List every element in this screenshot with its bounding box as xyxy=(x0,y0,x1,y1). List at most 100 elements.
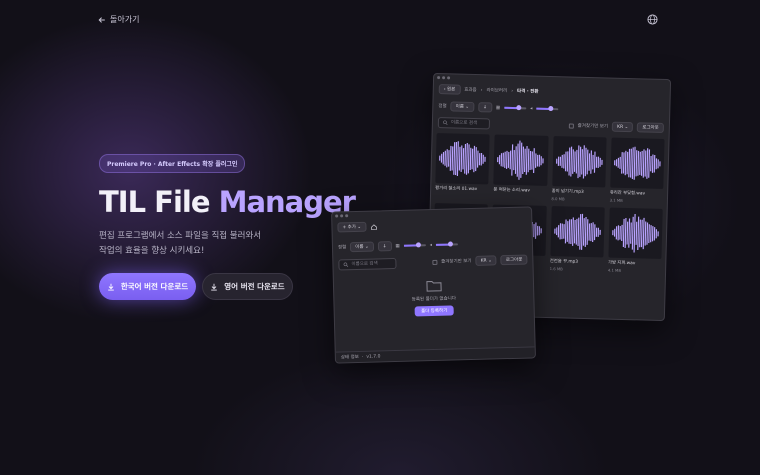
waveform-bar xyxy=(476,150,479,168)
waveform-bar xyxy=(453,142,456,175)
logout-button[interactable]: 로그아웃 xyxy=(637,122,664,133)
search-input[interactable]: 이름으로 검색 xyxy=(437,116,491,129)
waveform-bar xyxy=(627,148,630,178)
language-value: KR xyxy=(616,124,624,130)
empty-state: 등록된 폴더가 없습니다 폴더 등록하기 xyxy=(334,266,534,318)
waveform-icon xyxy=(611,213,659,253)
waveform-bar xyxy=(520,142,523,178)
waveform-bar xyxy=(567,147,570,176)
waveform-bar xyxy=(516,143,519,177)
sort-select[interactable]: 이름 ⌄ xyxy=(450,101,475,113)
breadcrumb-item[interactable]: 효과음 xyxy=(464,87,477,93)
globe-icon[interactable] xyxy=(647,14,658,25)
add-button-label: + 추가 xyxy=(342,225,357,231)
waveform-bar xyxy=(580,213,583,250)
waveform-bar xyxy=(642,149,645,178)
top-bar: 돌아가기 xyxy=(0,0,760,40)
waveform-bar xyxy=(647,224,650,244)
waveform-bar xyxy=(582,218,585,246)
file-card[interactable]: 가방 지퍼.wav 4.1 MB xyxy=(608,207,663,274)
waveform-bar xyxy=(451,146,454,171)
waveform-bar xyxy=(555,227,557,236)
logout-button[interactable]: 로그아웃 xyxy=(500,254,528,266)
logout-label: 로그아웃 xyxy=(642,125,659,131)
waveform-bar xyxy=(444,150,446,166)
waveform-bar xyxy=(587,223,590,241)
waveform-bar xyxy=(624,217,627,249)
waveform-bar xyxy=(589,223,592,242)
volume-slider[interactable] xyxy=(436,241,459,247)
file-card[interactable]: 유리잔 부딪힘.wav 3.1 MB xyxy=(610,137,665,204)
home-icon[interactable] xyxy=(370,223,377,230)
waveform-thumbnail xyxy=(608,207,663,259)
add-button[interactable]: + 추가 ⌄ xyxy=(337,221,367,233)
waveform-bar xyxy=(598,229,601,235)
favorites-label: 즐겨찾기만 보기 xyxy=(441,258,472,265)
waveform-icon xyxy=(613,146,661,180)
favorites-checkbox[interactable] xyxy=(432,259,438,265)
waveform-bar xyxy=(575,218,578,245)
waveform-bar xyxy=(613,228,616,237)
waveform-bar xyxy=(644,221,647,246)
waveform-bar xyxy=(638,151,641,175)
waveform-bar xyxy=(535,222,537,239)
waveform-bar xyxy=(636,216,639,251)
search-input[interactable]: 이름으로 검색 xyxy=(338,257,397,270)
waveform-bar xyxy=(555,158,557,164)
file-card[interactable]: 종이 넘기기.mp3 8.0 MB xyxy=(551,136,607,202)
waveform-bar xyxy=(657,231,659,237)
waveform-bar xyxy=(640,151,643,176)
language-select[interactable]: KR ⌄ xyxy=(611,121,634,133)
file-card[interactable]: 문 여닫는 소리.wav xyxy=(493,134,549,201)
waveform-bar xyxy=(458,146,461,171)
waveform-bar xyxy=(535,153,537,168)
waveform-bar xyxy=(469,147,472,171)
waveform-bar xyxy=(513,150,516,171)
status-text: 상태 정보 xyxy=(340,354,359,361)
size-slider[interactable] xyxy=(403,242,426,248)
waveform-bar xyxy=(586,149,588,175)
waveform-icon xyxy=(553,213,601,250)
download-icon xyxy=(211,283,218,290)
file-card[interactable]: 전전음 꾸.mp3 1.6 MB xyxy=(550,206,605,272)
size-slider[interactable] xyxy=(504,105,527,111)
waveform-bar xyxy=(562,224,565,239)
waveform-bar xyxy=(446,149,448,168)
register-folder-button[interactable]: 폴더 등록하기 xyxy=(414,305,454,317)
waveform-bar xyxy=(593,224,595,241)
waveform-bar xyxy=(522,146,525,175)
volume-icon: ◂ xyxy=(429,242,433,248)
sort-direction-button[interactable]: ↓ xyxy=(377,241,392,252)
waveform-bar xyxy=(533,224,535,238)
sort-select[interactable]: 이름 ⌄ xyxy=(350,241,374,253)
download-icon xyxy=(108,283,114,290)
sort-direction-button[interactable]: ↓ xyxy=(477,102,493,113)
breadcrumb-item[interactable]: 라이브러리 xyxy=(486,87,507,94)
favorites-checkbox[interactable] xyxy=(568,122,574,129)
waveform-bar xyxy=(566,221,568,242)
favorites-label: 즐겨찾기만 보기 xyxy=(577,123,609,130)
sort-value: 이름 xyxy=(455,104,464,110)
waveform-bar xyxy=(478,153,481,166)
waveform-bar xyxy=(500,153,503,167)
waveform-bar xyxy=(617,157,619,168)
waveform-bar xyxy=(651,154,654,173)
waveform-bar xyxy=(659,161,661,167)
waveform-bar xyxy=(629,222,632,244)
waveform-bar xyxy=(569,146,572,177)
volume-slider[interactable] xyxy=(536,105,559,112)
waveform-bar xyxy=(619,156,621,169)
waveform-bar xyxy=(646,222,648,245)
file-card[interactable]: 펑거리 철소리 01.wav xyxy=(435,133,490,199)
waveform-bar xyxy=(553,228,556,234)
root-button[interactable]: ‹ 원본 xyxy=(438,84,461,95)
waveform-bar xyxy=(573,151,576,172)
waveform-bar xyxy=(575,149,578,174)
waveform-bar xyxy=(633,146,636,180)
language-select[interactable]: KR ⌄ xyxy=(475,255,497,266)
waveform-bar xyxy=(578,146,581,177)
download-english-button[interactable]: 영어 버전 다운로드 xyxy=(202,273,293,300)
waveform-bar xyxy=(518,140,521,180)
download-korean-button[interactable]: 한국어 버전 다운로드 xyxy=(99,273,196,300)
back-link[interactable]: 돌아가기 xyxy=(98,14,139,25)
